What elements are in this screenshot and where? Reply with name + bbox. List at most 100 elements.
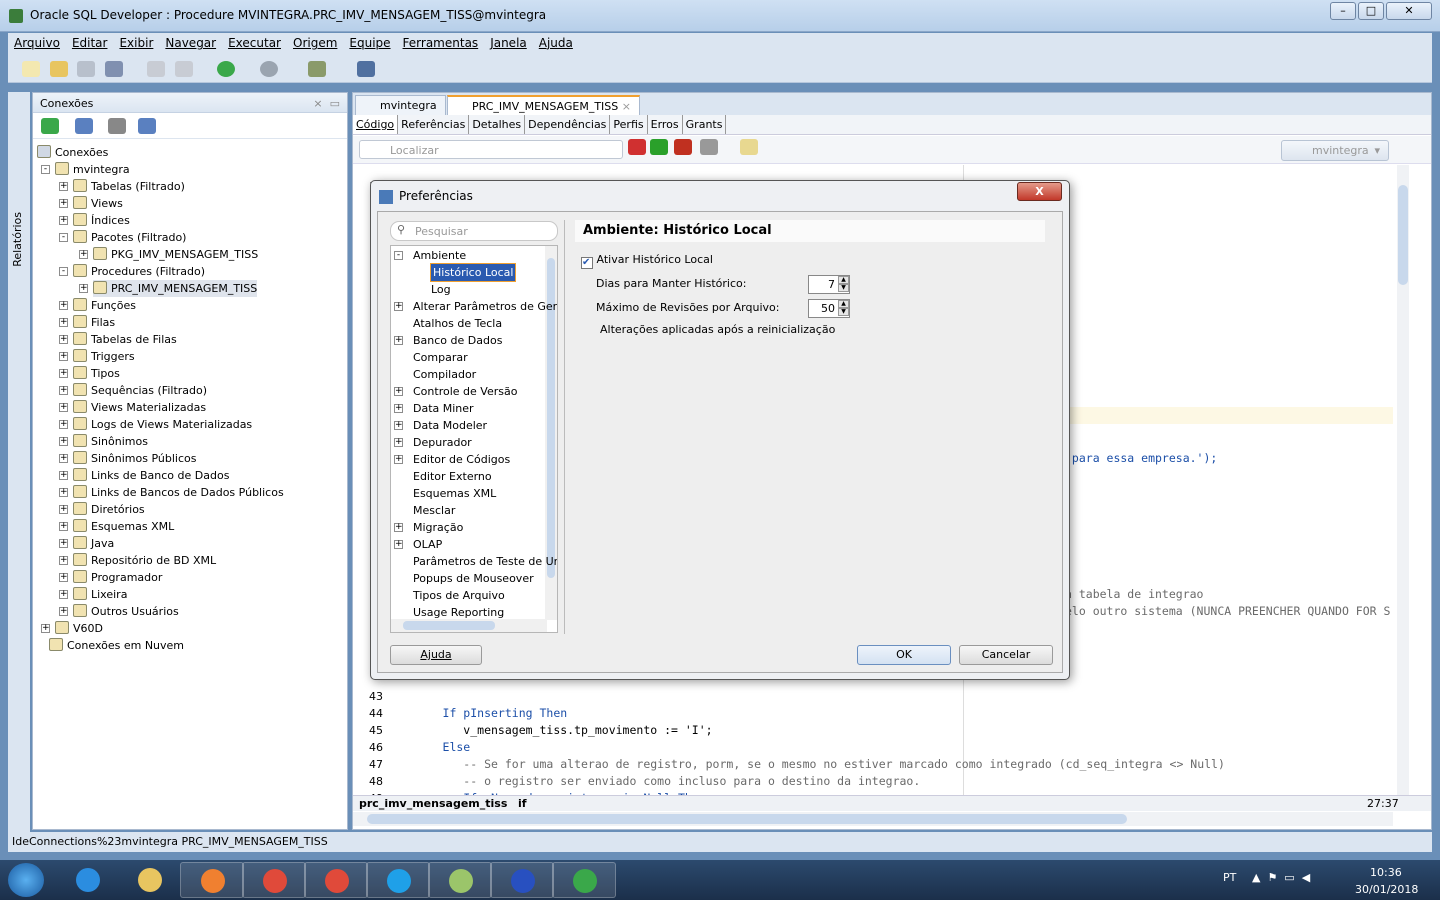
tree-node[interactable]: Conexões em Nuvem (49, 637, 184, 654)
preference-item[interactable]: Parâmetros de Teste de Un (413, 553, 557, 570)
expand-toggle-icon[interactable]: + (59, 403, 68, 412)
expand-toggle-icon[interactable]: + (59, 216, 68, 225)
expand-toggle-icon[interactable]: + (59, 556, 68, 565)
taskbar-app-explorer[interactable] (118, 862, 182, 898)
code-line[interactable]: a tabela de integrao (1065, 586, 1203, 603)
preference-item[interactable]: Popups de Mouseover (413, 570, 534, 587)
expand-toggle-icon[interactable]: + (394, 455, 403, 464)
expand-toggle-icon[interactable]: + (394, 523, 403, 532)
tree-node[interactable]: Views Materializadas (73, 399, 206, 416)
expand-toggle-icon[interactable]: + (394, 302, 403, 311)
preference-item[interactable]: Tipos de Arquivo (413, 587, 505, 604)
expand-toggle-icon[interactable]: + (59, 522, 68, 531)
tree-node[interactable]: PRC_IMV_MENSAGEM_TISS (93, 280, 258, 297)
tree-node[interactable]: Java (73, 535, 114, 552)
code-line[interactable]: If pInserting Then (401, 705, 568, 722)
menu-exibir[interactable]: Exibir (113, 33, 159, 53)
preference-item[interactable]: Banco de Dados (413, 332, 502, 349)
code-line[interactable]: elo outro sistema (NUNCA PREENCHER QUAND… (1065, 603, 1390, 620)
expand-toggle-icon[interactable]: + (59, 335, 68, 344)
preference-item[interactable]: Data Modeler (413, 417, 487, 434)
clock-time[interactable]: 10:36 (1370, 866, 1402, 879)
expand-toggle-icon[interactable]: + (59, 369, 68, 378)
expand-toggle-icon[interactable]: + (394, 438, 403, 447)
compile-icon[interactable] (700, 139, 718, 155)
expand-toggle-icon[interactable]: + (394, 421, 403, 430)
tree-node[interactable]: Logs de Views Materializadas (73, 416, 252, 433)
taskbar-app-chrome[interactable] (242, 862, 306, 898)
expand-toggle-icon[interactable]: + (59, 318, 68, 327)
tree-node[interactable]: Links de Bancos de Dados Públicos (73, 484, 284, 501)
expand-toggle-icon[interactable]: + (59, 301, 68, 310)
taskbar-app-notepad[interactable] (428, 862, 492, 898)
days-spinner[interactable]: 7 ▲ ▼ (808, 275, 850, 294)
enable-history-checkbox[interactable]: ✔ Ativar Histórico Local (581, 253, 713, 269)
preference-item[interactable]: Editor de Códigos (413, 451, 510, 468)
menu-arquivo[interactable]: Arquivo (8, 33, 66, 53)
filter-icon[interactable] (108, 118, 126, 134)
expand-toggle-icon[interactable]: + (59, 182, 68, 191)
expand-toggle-icon[interactable]: + (59, 471, 68, 480)
tree-node[interactable]: mvintegra (55, 161, 130, 178)
code-line[interactable]: Else (401, 739, 471, 756)
taskbar-app-ie[interactable] (56, 862, 120, 898)
expand-toggle-icon[interactable]: - (41, 165, 50, 174)
preference-item[interactable]: Esquemas XML (413, 485, 496, 502)
preference-item[interactable]: Histórico Local (429, 263, 517, 282)
taskbar-app-media[interactable] (180, 862, 244, 898)
language-indicator[interactable]: PT (1223, 871, 1236, 884)
expand-toggle-icon[interactable]: - (59, 233, 68, 242)
preference-item[interactable]: Data Miner (413, 400, 474, 417)
expand-toggle-icon[interactable]: + (394, 540, 403, 549)
minimize-panel-icon[interactable]: × ▭ (313, 97, 340, 110)
preference-item[interactable]: Log (431, 281, 451, 298)
expand-toggle-icon[interactable]: + (79, 250, 88, 259)
spin-up-icon[interactable]: ▲ (838, 276, 849, 284)
subtab[interactable]: Grants (683, 115, 727, 134)
spin-up-icon[interactable]: ▲ (838, 300, 849, 308)
new-icon[interactable] (22, 61, 40, 77)
menu-equipe[interactable]: Equipe (343, 33, 396, 53)
expand-toggle-icon[interactable]: + (59, 505, 68, 514)
preference-item[interactable]: Editor Externo (413, 468, 492, 485)
tree-node[interactable]: Links de Banco de Dados (73, 467, 229, 484)
breadcrumb-item[interactable]: prc_imv_mensagem_tiss (359, 797, 507, 810)
expand-toggle-icon[interactable]: + (59, 420, 68, 429)
save-all-icon[interactable] (104, 61, 123, 77)
splitter[interactable] (564, 220, 565, 634)
binoculars-icon[interactable] (356, 61, 375, 77)
preference-item[interactable]: Comparar (413, 349, 468, 366)
tree-node[interactable]: Tipos (73, 365, 120, 382)
add-connection-icon[interactable] (41, 118, 59, 134)
ok-button[interactable]: OK (857, 645, 951, 665)
expand-toggle-icon[interactable]: + (394, 387, 403, 396)
menu-ferramentas[interactable]: Ferramentas (397, 33, 485, 53)
back-icon[interactable] (217, 61, 235, 77)
save-icon[interactable] (77, 61, 95, 77)
tree-node[interactable]: Funções (73, 297, 136, 314)
expand-toggle-icon[interactable]: - (59, 267, 68, 276)
taskbar-app-pointer-app[interactable] (490, 862, 554, 898)
tree-node[interactable]: Esquemas XML (73, 518, 174, 535)
preference-item[interactable]: Compilador (413, 366, 476, 383)
open-icon[interactable] (49, 61, 68, 77)
preference-item[interactable]: Migração (413, 519, 463, 536)
expand-toggle-icon[interactable]: + (59, 386, 68, 395)
clock-date[interactable]: 30/01/2018 (1355, 883, 1418, 896)
connection-select[interactable]: mvintegra ▾ (1281, 140, 1389, 161)
close-button[interactable]: ✕ (1386, 2, 1432, 20)
tree-node[interactable]: Sequências (Filtrado) (73, 382, 207, 399)
subtab[interactable]: Código (353, 115, 399, 134)
tree-node[interactable]: Tabelas (Filtrado) (73, 178, 185, 195)
pin-icon[interactable] (628, 139, 646, 155)
undo-icon[interactable] (147, 61, 165, 77)
preference-item[interactable]: Controle de Versão (413, 383, 517, 400)
subtab[interactable]: Erros (648, 115, 683, 134)
subtab[interactable]: Dependências (525, 115, 611, 134)
tree-node[interactable]: Repositório de BD XML (73, 552, 216, 569)
expand-toggle-icon[interactable]: + (394, 336, 403, 345)
taskbar-app-chrome-user[interactable] (304, 862, 368, 898)
maximize-button[interactable]: □ (1358, 2, 1384, 20)
cancel-button[interactable]: Cancelar (959, 645, 1053, 665)
spin-down-icon[interactable]: ▼ (838, 308, 849, 316)
